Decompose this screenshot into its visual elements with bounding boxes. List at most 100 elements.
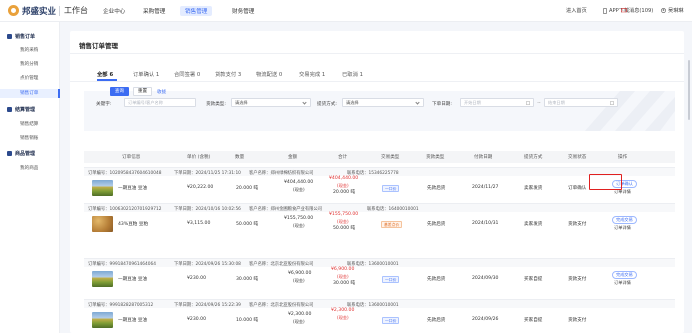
product-image[interactable] — [92, 312, 113, 328]
top-bar: 邦盛实业 工作台 企业中心 采购管理 销售管理 财务管理 进入首页 APP下载 … — [0, 0, 692, 22]
unit-price: ¥20,222.00 — [187, 185, 214, 190]
calendar-icon — [526, 100, 530, 105]
tab-contract-sign[interactable]: 合同签署 0 — [174, 70, 200, 78]
trade-type-tag: 一口价 — [382, 185, 400, 192]
query-button[interactable]: 查询 — [110, 87, 129, 96]
page-scrollbar[interactable] — [688, 60, 690, 120]
settlement-icon — [7, 107, 12, 112]
tab-logistics[interactable]: 物流配送 0 — [256, 70, 282, 78]
sidebar-item-my-products[interactable]: 我的商品 — [20, 165, 38, 171]
total-amount: ¥404,440.00 — [329, 176, 359, 181]
order-number: 订单编号：99918470961464064 — [88, 262, 156, 267]
contact-phone: 联系电话：13600010001 — [347, 303, 399, 308]
unit-price: ¥230.00 — [187, 317, 206, 322]
brand-name[interactable]: 邦盛实业 — [22, 5, 56, 17]
amount: ¥2,300.00 — [288, 312, 312, 317]
nav-sales-management[interactable]: 销售管理 — [180, 6, 213, 16]
product-name[interactable]: 一期豆油 豆油 — [118, 185, 147, 191]
sidebar-group-label: 结算管理 — [15, 107, 36, 113]
sidebar-item-sales-settlement[interactable]: 销售结算 — [20, 121, 38, 127]
message-icon — [621, 8, 627, 13]
quantity: 50.000 吨 — [236, 222, 259, 227]
product-name[interactable]: 一期豆油 豆油 — [118, 276, 147, 282]
sidebar-group-label: 销售订单 — [15, 34, 36, 40]
order-date: 下单日期：2024/10/16 10:02:56 — [174, 207, 241, 212]
tab-all[interactable]: 全部 6 — [97, 70, 113, 78]
pay-date: 2024/09/26 — [472, 317, 499, 322]
complete-trade-button[interactable]: 完成交易 — [612, 271, 637, 279]
delivery-method: 买家自提 — [524, 318, 543, 323]
tab-order-confirm[interactable]: 订单确认 1 — [133, 70, 159, 78]
enter-home-link[interactable]: 进入首页 — [566, 7, 587, 14]
amount: ¥404,440.00 — [284, 180, 314, 185]
user-icon — [661, 8, 666, 13]
phone-icon — [603, 7, 607, 14]
amount: ¥6,900.00 — [288, 271, 312, 276]
nav-finance-management[interactable]: 财务管理 — [232, 7, 254, 15]
start-date-input[interactable]: 开始日期 — [460, 98, 534, 107]
delivery-method-select[interactable]: 请选择 — [342, 98, 424, 107]
order-header: 订单编号：10063021207019​29712 下单日期：2024/10/1… — [84, 203, 675, 212]
sidebar-item-sales-writeoff[interactable]: 销售销账 — [20, 135, 38, 141]
contact-phone: 联系电话：13600010001 — [347, 262, 399, 267]
payment-type: 先款后货 — [427, 318, 446, 323]
keyword-input[interactable]: 订单编号/客户名称 — [124, 98, 196, 107]
customer-name: 客户名称：郑州绿棉纺织有限公司 — [249, 171, 314, 176]
order-date: 下单日期：2024/09/26 15:30:08 — [174, 262, 241, 267]
amount-note: (现金) — [293, 278, 305, 283]
order-number: 订单编号：10063021207019​29712 — [88, 207, 162, 212]
pay-date: 2024/10/31 — [472, 221, 499, 226]
col-payment-type: 货款类型 — [426, 155, 445, 160]
filter-panel: 关键字: 订单编号/客户名称 货款类型: 请选择 提货方式: 请选择 下单日期:… — [84, 91, 675, 131]
nav-enterprise-center[interactable]: 企业中心 — [103, 7, 125, 15]
product-image[interactable] — [92, 271, 113, 287]
tab-payment[interactable]: 货款支付 3 — [215, 70, 241, 78]
brand-divider — [59, 6, 60, 16]
payment-type-select[interactable]: 请选择 — [231, 98, 311, 107]
quantity: 20.000 吨 — [236, 186, 259, 191]
sidebar-item-my-purchase[interactable]: 我的采购 — [20, 47, 38, 53]
customer-name: 客户名称：北京北亚股份有限公司 — [249, 303, 314, 308]
end-date-input[interactable]: 结束日期 — [544, 98, 618, 107]
order-date-label: 下单日期: — [432, 102, 452, 107]
col-unit-price: 单价 (含税) — [187, 155, 211, 160]
total-quantity: 20.000 吨 — [333, 190, 356, 195]
pay-date: 2024/11/27 — [472, 185, 499, 190]
sidebar-group-settlement[interactable]: 结算管理 — [7, 106, 35, 113]
col-delivery: 提货方式 — [524, 155, 543, 160]
collapse-link[interactable]: 收拢 — [157, 89, 166, 95]
end-date-placeholder: 结束日期 — [548, 100, 565, 105]
col-trade-type: 交易类型 — [381, 155, 400, 160]
order-date: 下单日期：2024/09/26 15:22:39 — [174, 303, 241, 308]
reset-button[interactable]: 重置 — [133, 87, 152, 96]
product-name[interactable]: 一期豆油 豆油 — [118, 317, 147, 323]
order-detail-link[interactable]: 订单详情 — [614, 280, 631, 286]
messages-label: 消息(109) — [629, 8, 654, 14]
order-header: 订单编号：99918282870​0​5312 下单日期：2024/09/26 … — [84, 299, 675, 308]
complete-trade-button[interactable]: 完成交易 — [612, 216, 637, 224]
sidebar-item-pricing-management[interactable]: 点价管理 — [20, 75, 38, 81]
delivery-method: 买家自提 — [524, 277, 543, 282]
product-image[interactable] — [92, 180, 113, 196]
page-title: 销售订单管理 — [79, 42, 118, 50]
brand-logo-icon[interactable] — [8, 5, 19, 16]
tab-cancelled[interactable]: 已取消 1 — [342, 70, 363, 78]
sidebar-item-sales-order[interactable]: 销售订单 — [0, 89, 60, 98]
sidebar-item-my-distribution[interactable]: 我的分销 — [20, 61, 38, 67]
nav-purchase-management[interactable]: 采购管理 — [143, 7, 165, 15]
messages-link[interactable]: 消息(109) — [621, 7, 653, 14]
product-image[interactable] — [92, 216, 113, 232]
customer-name: 客户名称：北京北亚股份有限公司 — [249, 262, 314, 267]
unit-price: ¥230.00 — [187, 276, 206, 281]
order-date: 下单日期：2024/11/25 17:31:10 — [174, 171, 241, 176]
user-name: 吴琳琳 — [668, 8, 684, 14]
product-name[interactable]: 43%豆粕 豆粕 — [118, 221, 148, 227]
tab-completed[interactable]: 交易完成 1 — [299, 70, 325, 78]
sidebar-group-sales-order[interactable]: 销售订单 — [7, 33, 35, 40]
order-detail-link[interactable]: 订单详情 — [614, 225, 631, 231]
user-menu[interactable]: 吴琳琳 — [661, 7, 684, 14]
sidebar-group-products[interactable]: 商品管理 — [7, 150, 35, 157]
quantity: 30.000 吨 — [236, 277, 259, 282]
amount: ¥155,750.00 — [284, 216, 314, 221]
date-range-separator: ~ — [537, 101, 541, 106]
